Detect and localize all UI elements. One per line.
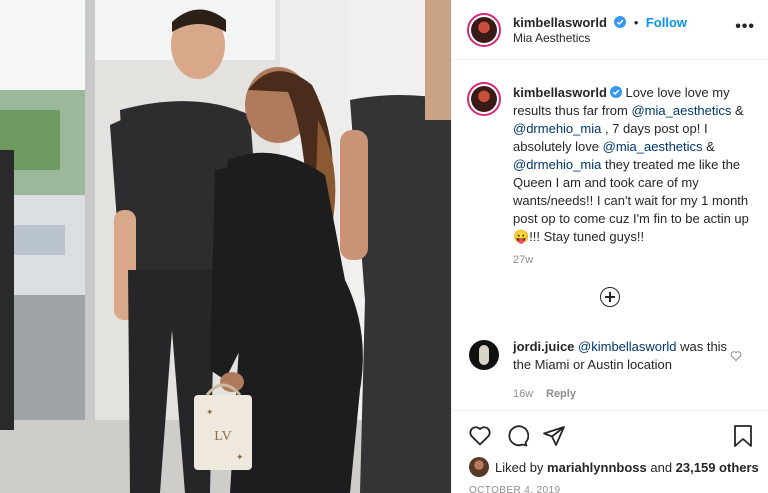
separator-dot: • xyxy=(633,15,639,30)
author-line: kimbellasworld • Follow xyxy=(513,14,687,32)
author-username[interactable]: kimbellasworld xyxy=(513,15,607,30)
caption-username[interactable]: kimbellasworld xyxy=(513,85,607,100)
post-date[interactable]: OCTOBER 4, 2019 xyxy=(469,485,560,493)
post-sidebar: kimbellasworld • Follow Mia Aesthetics •… xyxy=(451,0,768,493)
commenter-avatar-figure xyxy=(479,345,489,365)
mention-link[interactable]: @mia_aesthetics xyxy=(603,139,703,154)
caption-avatar-image xyxy=(471,86,497,112)
svg-text:✦: ✦ xyxy=(206,407,214,417)
comment-text: jordi.juice @kimbellasworld was this the… xyxy=(513,338,733,374)
comment-bubble-icon[interactable] xyxy=(505,424,529,448)
post-header: kimbellasworld • Follow Mia Aesthetics •… xyxy=(452,0,768,60)
post-actions: Liked by mariahlynnboss and 23,159 other… xyxy=(452,410,768,493)
share-send-icon[interactable] xyxy=(542,424,566,448)
tongue-emoji: 😛 xyxy=(513,229,530,244)
mention-link[interactable]: @drmehio_mia xyxy=(513,157,601,172)
commenter-avatar[interactable] xyxy=(469,340,499,370)
caption-timestamp[interactable]: 27w xyxy=(513,254,533,266)
save-bookmark-icon[interactable] xyxy=(732,424,754,448)
post-photo-illustration: LV ✦ ✦ xyxy=(0,0,451,493)
post-photo[interactable]: LV ✦ ✦ xyxy=(0,0,451,493)
caption-avatar[interactable] xyxy=(467,82,501,116)
comments-section[interactable]: kimbellasworld Love love love my results… xyxy=(452,60,768,410)
comment-like-icon[interactable] xyxy=(730,350,742,362)
instagram-post-view: LV ✦ ✦ kimbellasworld • Follow Mia Aesth… xyxy=(0,0,768,493)
more-options-icon[interactable]: ••• xyxy=(735,18,755,36)
author-avatar[interactable] xyxy=(467,13,501,47)
caption-text: & xyxy=(702,139,715,154)
post-caption: kimbellasworld Love love love my results… xyxy=(513,84,761,246)
follow-button[interactable]: Follow xyxy=(646,15,687,30)
author-avatar-image xyxy=(471,17,497,43)
likes-summary: Liked by mariahlynnboss and 23,159 other… xyxy=(495,460,759,475)
verified-icon xyxy=(614,16,627,28)
liker-avatar[interactable] xyxy=(469,457,489,477)
liker-username[interactable]: mariahlynnboss xyxy=(547,460,647,475)
svg-text:✦: ✦ xyxy=(236,452,244,462)
caption-text: & xyxy=(731,103,744,118)
svg-text:LV: LV xyxy=(214,429,231,444)
like-heart-icon[interactable] xyxy=(468,424,492,448)
likes-count[interactable]: 23,159 others xyxy=(676,460,759,475)
likes-prefix: Liked by xyxy=(495,460,548,475)
post-location[interactable]: Mia Aesthetics xyxy=(513,31,590,45)
commenter-username[interactable]: jordi.juice xyxy=(513,339,574,354)
likes-middle: and xyxy=(646,460,676,475)
caption-text: !!! Stay tuned guys!! xyxy=(529,229,645,244)
reply-button[interactable]: Reply xyxy=(546,388,576,400)
mention-link[interactable]: @mia_aesthetics xyxy=(631,103,731,118)
load-more-comments-icon[interactable] xyxy=(600,287,620,307)
mention-link[interactable]: @drmehio_mia xyxy=(513,121,601,136)
comment-timestamp[interactable]: 16w xyxy=(513,388,533,400)
verified-icon xyxy=(609,86,622,98)
mention-link[interactable]: @kimbellasworld xyxy=(578,339,676,354)
